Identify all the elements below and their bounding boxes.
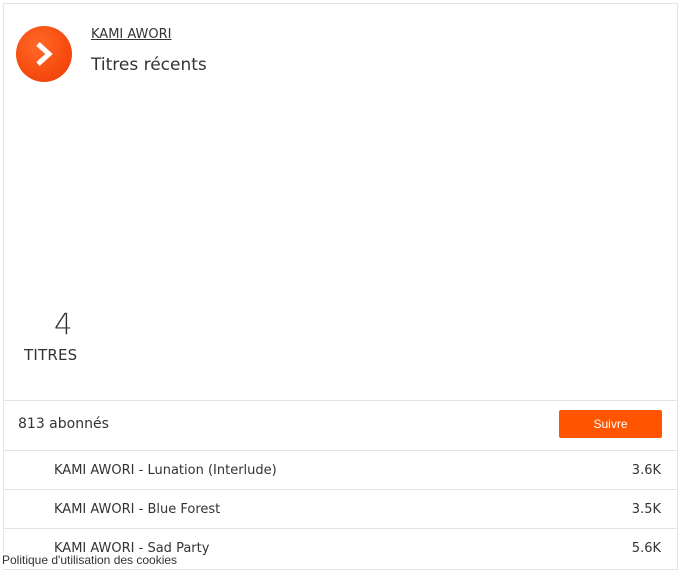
logo-play-button[interactable] bbox=[16, 26, 72, 82]
track-count-number: 4 bbox=[54, 307, 73, 341]
playlist-widget: KAMI AWORI Titres récents 4 TITRES 813 a… bbox=[3, 3, 678, 570]
track-title[interactable]: KAMI AWORI - Blue Forest bbox=[54, 502, 220, 517]
track-play-count: 3.5K bbox=[631, 502, 661, 517]
track-title[interactable]: KAMI AWORI - Lunation (Interlude) bbox=[54, 463, 277, 478]
follow-button[interactable]: Suivre bbox=[559, 410, 662, 438]
cookie-policy-link[interactable]: Politique d'utilisation des cookies bbox=[0, 553, 182, 569]
track-count-label: TITRES bbox=[24, 346, 78, 364]
follow-bar: 813 abonnés Suivre bbox=[4, 400, 677, 450]
playlist-title: Titres récents bbox=[91, 55, 207, 75]
track-list: KAMI AWORI - Lunation (Interlude) 3.6K K… bbox=[4, 450, 677, 567]
followers-count: 813 abonnés bbox=[18, 416, 109, 432]
play-icon bbox=[36, 42, 53, 66]
track-row[interactable]: KAMI AWORI - Lunation (Interlude) 3.6K bbox=[4, 450, 677, 489]
track-play-count: 5.6K bbox=[631, 541, 661, 556]
artist-link[interactable]: KAMI AWORI bbox=[91, 27, 172, 42]
track-row[interactable]: KAMI AWORI - Blue Forest 3.5K bbox=[4, 489, 677, 528]
widget-header: KAMI AWORI Titres récents 4 TITRES bbox=[4, 4, 677, 400]
track-play-count: 3.6K bbox=[631, 463, 661, 478]
